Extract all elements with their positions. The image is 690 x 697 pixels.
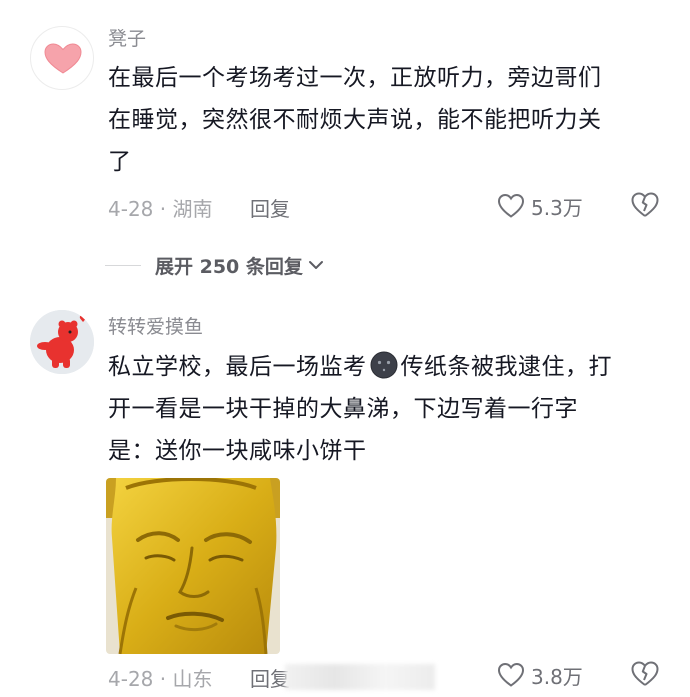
comment-date-location: 4-28 · 山东 <box>108 667 213 691</box>
red-bear-icon: ♥ <box>30 310 94 374</box>
broken-heart-icon <box>631 192 659 217</box>
svg-text:♥: ♥ <box>79 315 87 325</box>
comment-image-buddha[interactable] <box>106 478 280 654</box>
chevron-down-icon <box>308 261 323 269</box>
avatar[interactable] <box>30 26 94 90</box>
expand-replies-button[interactable]: 展开 250 条回复 <box>105 250 326 280</box>
comment-text: 私立学校，最后一场监考 传纸条被我逮住，打 开一看是一块干掉的大鼻涕，下边写着一… <box>108 346 668 472</box>
reply-button[interactable]: 回复 <box>250 193 290 222</box>
like-count: 3.8万 <box>531 664 583 689</box>
dark-face-emoji-icon <box>370 351 397 379</box>
comment-text: 在最后一个考场考过一次，正放听力，旁边哥们 在睡觉，突然很不耐烦大声说，能不能把… <box>108 65 602 175</box>
heart-outline-icon <box>497 662 525 687</box>
divider <box>105 264 141 266</box>
username[interactable]: 凳子 <box>108 24 146 51</box>
username[interactable]: 转转爱摸鱼 <box>108 312 203 339</box>
dislike-button[interactable] <box>630 660 660 690</box>
heart-icon <box>44 43 82 74</box>
avatar[interactable]: ♥ <box>30 310 94 374</box>
broken-heart-icon <box>631 661 659 686</box>
reply-button[interactable]: 回复 <box>250 663 290 692</box>
expand-replies-label: 展开 250 条回复 <box>155 255 303 278</box>
dislike-button[interactable] <box>630 191 660 221</box>
like-button[interactable]: 5.3万 <box>497 191 583 221</box>
comment-date-location: 4-28 · 湖南 <box>108 197 213 221</box>
heart-outline-icon <box>497 193 525 218</box>
like-count: 5.3万 <box>531 195 583 220</box>
golden-buddha-face-image <box>106 478 280 654</box>
watermark-overlay <box>285 664 435 690</box>
like-button[interactable]: 3.8万 <box>497 660 583 690</box>
